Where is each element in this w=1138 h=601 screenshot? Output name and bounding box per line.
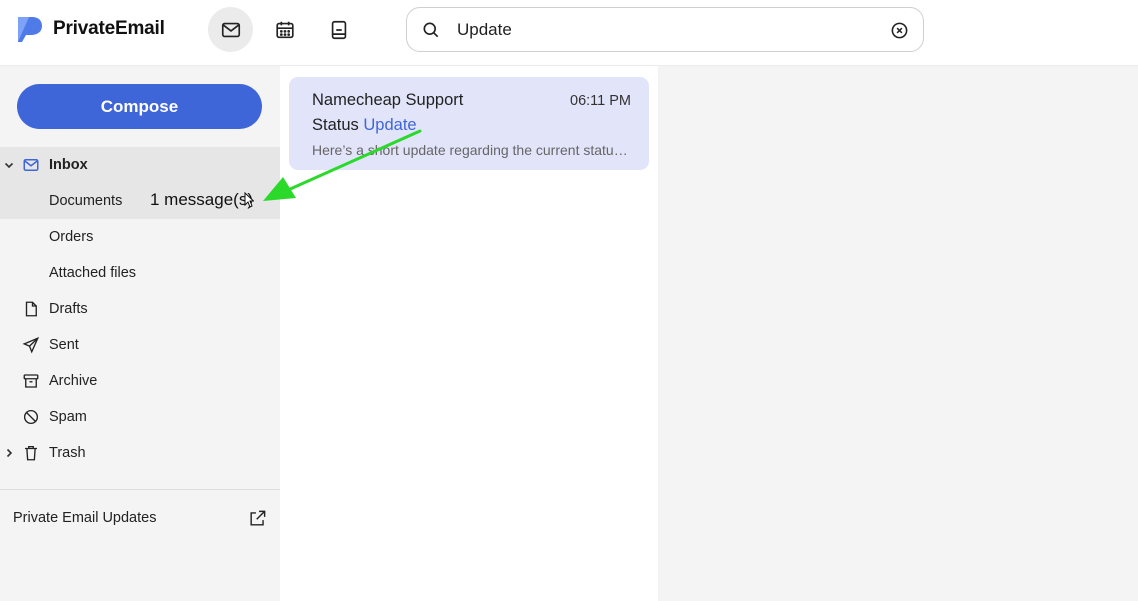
folder-label: Attached files — [49, 265, 137, 281]
trash-icon — [25, 445, 37, 461]
folder-label: Spam — [49, 409, 87, 425]
drag-message-count: 1 message(s) — [150, 190, 253, 209]
folder-label: Documents — [49, 193, 123, 209]
file-icon — [25, 301, 37, 317]
calendar-icon — [275, 21, 294, 38]
compose-button[interactable]: Compose — [17, 84, 262, 129]
folder-trash[interactable]: Trash — [0, 435, 280, 471]
list-item[interactable]: Namecheap Support 06:11 PM Status Update… — [289, 77, 649, 170]
message-time: 06:11 PM — [570, 93, 631, 109]
nav-contacts-button[interactable] — [316, 7, 361, 52]
mail-icon — [221, 22, 240, 37]
message-subject: Status Update — [312, 116, 417, 135]
message-list: Namecheap Support 06:11 PM Status Update… — [280, 66, 658, 601]
address-book-icon — [331, 20, 346, 39]
app-logo[interactable]: PrivateEmail — [15, 15, 165, 43]
privateemail-logo-icon — [18, 17, 42, 42]
folder-label: Inbox — [49, 157, 88, 173]
folder-label: Sent — [49, 337, 79, 353]
chevron-right-icon[interactable] — [3, 447, 15, 459]
folder-orders[interactable]: Orders — [0, 219, 280, 255]
search-bar — [406, 7, 924, 52]
search-icon — [423, 22, 439, 38]
sidebar-divider — [0, 489, 280, 490]
top-header: PrivateEmail — [0, 0, 1138, 66]
mail-icon — [23, 159, 39, 171]
subject-prefix: Status — [312, 116, 364, 134]
folder-label: Archive — [49, 373, 98, 389]
search-input[interactable] — [457, 18, 877, 42]
nav-mail-button[interactable] — [208, 7, 253, 52]
archive-icon — [23, 374, 39, 388]
folder-sidebar: Compose Inbox Documents Orders Attached … — [0, 66, 280, 601]
chevron-down-icon[interactable] — [3, 159, 15, 171]
private-email-app: PrivateEmail Update Compose Inbox Docume… — [0, 0, 1138, 601]
nav-calendar-button[interactable] — [262, 7, 307, 52]
private-email-updates-link[interactable]: Private Email Updates — [13, 510, 156, 526]
folder-drafts[interactable]: Drafts — [0, 291, 280, 327]
send-icon — [22, 336, 40, 354]
message-preview: Here’s a short update regarding the curr… — [312, 142, 632, 158]
search-highlight: Update — [363, 116, 417, 134]
folder-label: Orders — [49, 229, 94, 245]
reading-pane — [658, 66, 1138, 601]
folder-label: Drafts — [49, 301, 88, 317]
folder-sent[interactable]: Sent — [0, 327, 280, 363]
cursor-icon — [244, 192, 254, 208]
folder-attached-files[interactable]: Attached files — [0, 255, 280, 291]
folder-label: Trash — [49, 445, 86, 461]
app-name: PrivateEmail — [53, 18, 165, 39]
external-link-icon[interactable] — [248, 509, 267, 528]
message-sender: Namecheap Support — [312, 91, 464, 109]
clear-search-icon[interactable] — [890, 21, 909, 40]
folder-spam[interactable]: Spam — [0, 399, 280, 435]
ban-icon — [23, 409, 39, 425]
folder-inbox[interactable]: Inbox — [0, 147, 280, 183]
folder-archive[interactable]: Archive — [0, 363, 280, 399]
